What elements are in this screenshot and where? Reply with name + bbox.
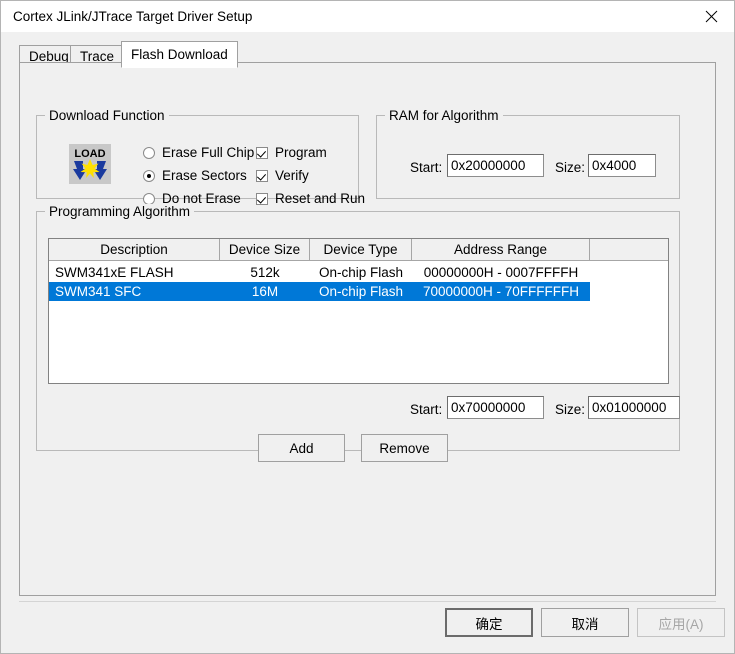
window-title: Cortex JLink/JTrace Target Driver Setup — [13, 9, 253, 24]
checkbox-program-indicator — [256, 146, 268, 159]
checkbox-verify-label: Verify — [275, 168, 309, 183]
group-programming-algorithm-title: Programming Algorithm — [45, 204, 195, 219]
footer-separator — [19, 601, 716, 602]
algorithm-table-header: Description Device Size Device Type Addr… — [49, 239, 668, 261]
add-button[interactable]: Add — [258, 434, 345, 462]
cell-device-type: On-chip Flash — [318, 284, 404, 299]
cell-device-type: On-chip Flash — [318, 265, 404, 280]
group-download-function-title: Download Function — [45, 108, 169, 123]
column-header-device-size[interactable]: Device Size — [220, 239, 310, 261]
group-ram-title: RAM for Algorithm — [385, 108, 503, 123]
table-row[interactable]: SWM341xE FLASH 512k On-chip Flash 000000… — [49, 263, 590, 282]
algorithm-size-input[interactable]: 0x01000000 — [588, 396, 680, 419]
group-download-function: Download Function LOAD Erase Full Chip E… — [36, 108, 365, 206]
radio-erase-full-chip-label: Erase Full Chip — [162, 145, 255, 160]
load-icon: LOAD — [67, 142, 113, 186]
algorithm-start-label: Start: — [410, 402, 443, 417]
cell-device-size: 16M — [251, 284, 279, 299]
column-header-address-range[interactable]: Address Range — [412, 239, 590, 261]
cancel-button[interactable]: 取消 — [541, 608, 629, 637]
radio-erase-sectors-indicator — [143, 169, 155, 182]
checkbox-verify[interactable]: Verify — [256, 168, 309, 183]
ram-start-label: Start: — [410, 160, 443, 175]
ram-size-input[interactable]: 0x4000 — [588, 154, 656, 177]
checkbox-reset-and-run-label: Reset and Run — [275, 191, 366, 206]
table-row[interactable]: SWM341 SFC 16M On-chip Flash 70000000H -… — [49, 282, 590, 301]
checkbox-verify-indicator — [256, 169, 268, 182]
ok-button[interactable]: 确定 — [445, 608, 533, 637]
radio-do-not-erase-indicator — [143, 192, 155, 205]
svg-text:LOAD: LOAD — [74, 148, 105, 160]
radio-erase-sectors-label: Erase Sectors — [162, 168, 247, 183]
column-header-spacer[interactable] — [590, 239, 668, 261]
algorithm-list[interactable]: Description Device Size Device Type Addr… — [48, 238, 669, 384]
ram-size-label: Size: — [555, 160, 586, 175]
title-bar: Cortex JLink/JTrace Target Driver Setup — [1, 1, 734, 32]
client-area: Debug Trace Flash Download Download Func… — [2, 32, 733, 653]
tab-panel-flash-download: Download Function LOAD Erase Full Chip E… — [19, 62, 716, 596]
apply-button: 应用(A) — [637, 608, 725, 637]
tab-flash-download[interactable]: Flash Download — [121, 41, 238, 68]
cell-address-range: 70000000H - 70FFFFFFH — [422, 284, 580, 299]
column-header-description[interactable]: Description — [49, 239, 220, 261]
checkbox-program-label: Program — [275, 145, 327, 160]
radio-erase-sectors[interactable]: Erase Sectors — [143, 168, 247, 183]
ram-start-input[interactable]: 0x20000000 — [447, 154, 544, 177]
cell-address-range: 00000000H - 0007FFFFH — [423, 265, 579, 280]
dialog-window: Cortex JLink/JTrace Target Driver Setup … — [0, 0, 735, 654]
checkbox-reset-and-run-indicator — [256, 192, 268, 205]
checkbox-program[interactable]: Program — [256, 145, 327, 160]
radio-erase-full-chip[interactable]: Erase Full Chip — [143, 145, 254, 160]
checkbox-reset-and-run[interactable]: Reset and Run — [256, 191, 365, 206]
remove-button[interactable]: Remove — [361, 434, 448, 462]
cell-device-size: 512k — [250, 265, 280, 280]
column-header-device-type[interactable]: Device Type — [310, 239, 412, 261]
cell-description: SWM341 SFC — [55, 284, 142, 299]
close-button[interactable] — [689, 1, 734, 31]
cell-description: SWM341xE FLASH — [55, 265, 174, 280]
group-ram-for-algorithm: RAM for Algorithm Start: 0x20000000 Size… — [376, 108, 680, 199]
algorithm-start-input[interactable]: 0x70000000 — [447, 396, 544, 419]
close-icon — [705, 10, 718, 23]
algorithm-size-label: Size: — [555, 402, 586, 417]
group-programming-algorithm: Programming Algorithm Description Device… — [36, 204, 680, 451]
radio-erase-full-chip-indicator — [143, 146, 155, 159]
